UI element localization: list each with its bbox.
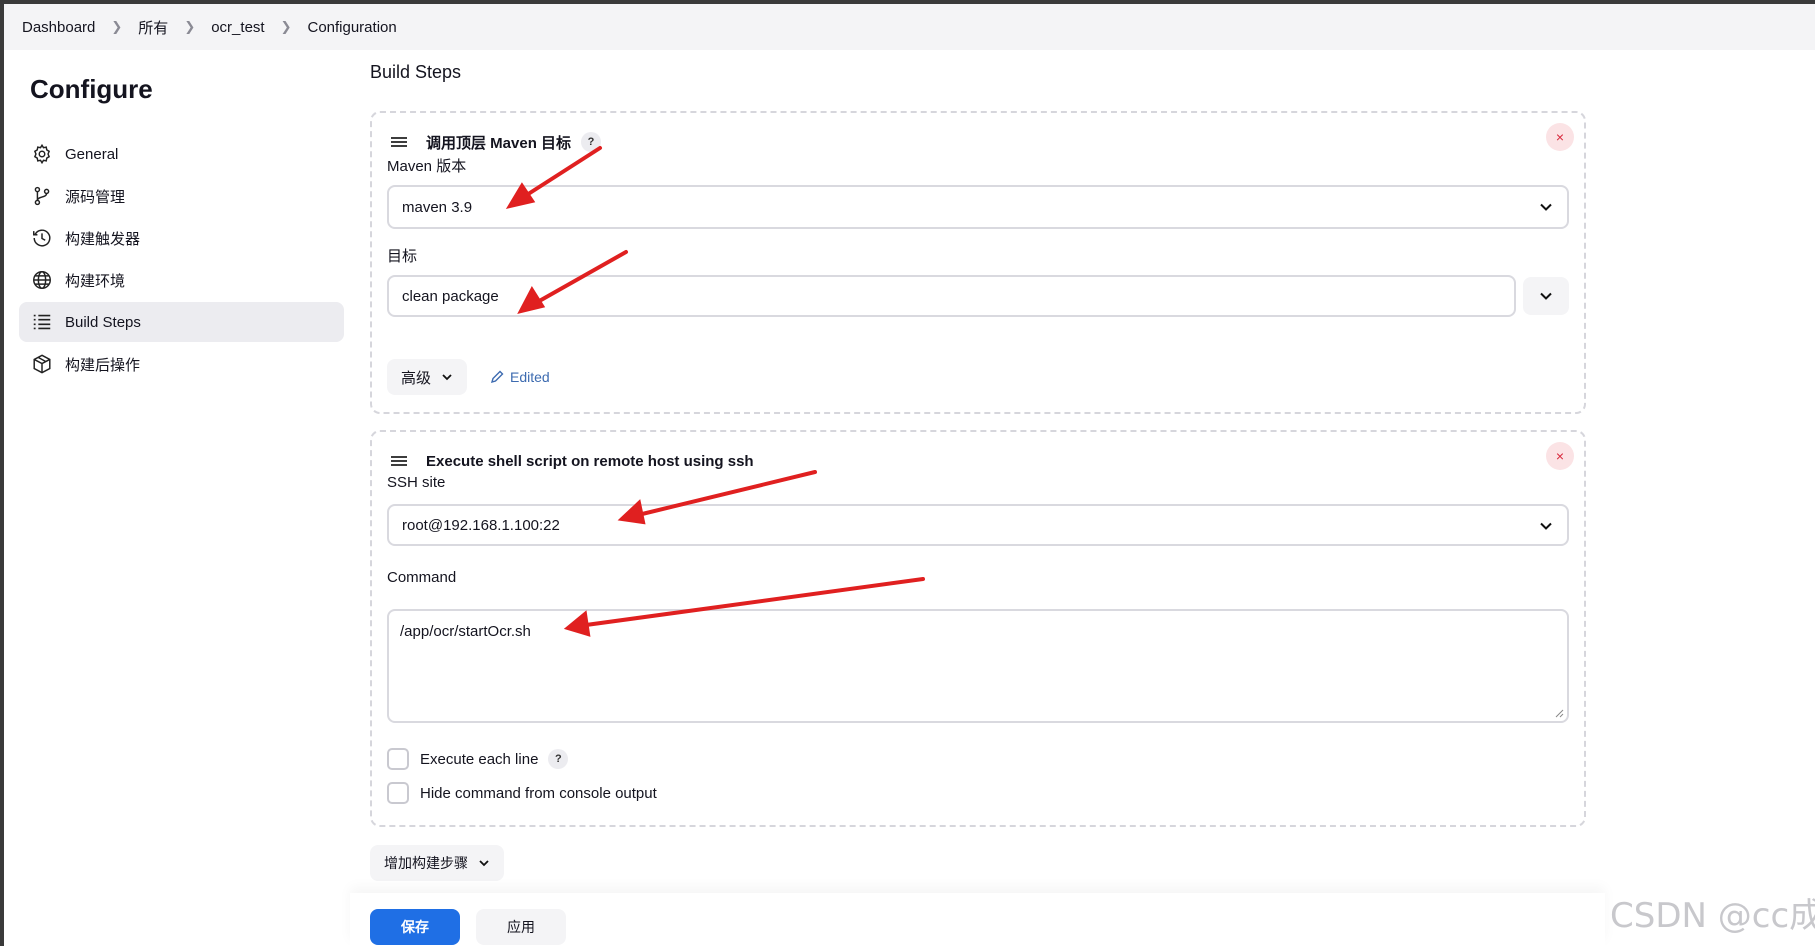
delete-step-button[interactable]: × [1546,442,1574,470]
command-textarea[interactable]: /app/ocr/startOcr.sh [387,609,1569,723]
checkbox-label: Hide command from console output [420,784,657,802]
edited-label: Edited [510,369,550,385]
drag-handle-icon[interactable] [390,454,408,468]
clock-icon [33,229,51,247]
sidebar-nav: General 源码管理 构建触发器 构建环境 Build Steps 构建后操… [19,134,344,386]
add-build-step-button[interactable]: 增加构建步骤 [370,845,504,881]
apply-button[interactable]: 应用 [476,909,566,945]
hide-command-checkbox[interactable] [387,782,409,804]
save-button[interactable]: 保存 [370,909,460,945]
section-title: Build Steps [370,62,462,82]
checkbox-label: Execute each line [420,750,539,768]
sidebar-item-label: 源码管理 [65,188,126,206]
breadcrumb-all[interactable]: 所有 [138,17,168,38]
maven-version-select[interactable]: maven 3.9 [387,185,1569,229]
help-icon[interactable]: ? [548,749,569,769]
ssh-site-select[interactable]: root@192.168.1.100:22 [387,504,1569,546]
sidebar-title: Configure [30,74,153,104]
command-label: Command [387,569,457,586]
add-step-label: 增加构建步骤 [384,855,468,871]
breadcrumb-configuration: Configuration [307,18,397,36]
select-value: maven 3.9 [402,198,473,216]
chevron-down-icon [1540,203,1552,211]
sidebar-item-label: General [65,145,119,163]
delete-step-button[interactable]: × [1546,123,1574,151]
help-icon[interactable]: ? [581,132,602,152]
chevron-down-icon [479,860,489,867]
chevron-right-icon: ❯ [280,19,292,34]
breadcrumb-dashboard[interactable]: Dashboard [22,19,95,36]
breadcrumb: Dashboard ❯ 所有 ❯ ocr_test ❯ Configuratio… [4,4,1815,50]
execute-each-line-row: Execute each line ? [387,748,569,770]
step-title: Execute shell script on remote host usin… [426,452,754,470]
gear-icon [33,143,51,165]
input-value: clean package [402,287,499,305]
chevron-down-icon [1540,292,1552,300]
chevron-right-icon: ❯ [111,19,123,34]
sidebar-item-label: Build Steps [65,313,141,331]
sidebar-item-general[interactable]: General [19,134,344,174]
sidebar-item-post-build[interactable]: 构建后操作 [19,344,344,384]
ssh-site-label: SSH site [387,474,446,491]
breadcrumb-job[interactable]: ocr_test [211,19,264,36]
drag-handle-icon[interactable] [390,135,408,149]
advanced-label: 高级 [401,369,432,387]
goals-label: 目标 [387,248,418,265]
chevron-right-icon: ❯ [184,19,196,34]
package-icon [33,354,51,374]
chevron-down-icon [442,374,452,381]
execute-each-line-checkbox[interactable] [387,748,409,770]
sidebar-item-label: 构建环境 [65,272,126,290]
chevron-down-icon [1540,522,1552,530]
sidebar-item-build-triggers[interactable]: 构建触发器 [19,218,344,258]
step-header: 调用顶层 Maven 目标 ? [390,129,602,155]
sidebar-item-build-environment[interactable]: 构建环境 [19,260,344,300]
step-title: 调用顶层 Maven 目标 [426,134,572,152]
branch-icon [34,186,50,206]
hide-command-row: Hide command from console output [387,782,657,804]
select-value: root@192.168.1.100:22 [402,516,560,534]
step-header: Execute shell script on remote host usin… [390,448,754,474]
goals-input[interactable]: clean package [387,275,1516,317]
pencil-icon [490,370,504,384]
window-left-edge [0,0,4,946]
resize-handle-icon[interactable] [1554,708,1564,718]
expand-goals-button[interactable] [1523,277,1569,315]
sidebar-item-label: 构建触发器 [65,230,141,248]
sidebar-item-label: 构建后操作 [65,356,141,374]
maven-build-step: 调用顶层 Maven 目标 ? × Maven 版本 maven 3.9 目标 … [370,111,1586,414]
ssh-build-step: Execute shell script on remote host usin… [370,430,1586,827]
textarea-value: /app/ocr/startOcr.sh [400,623,531,640]
list-icon [33,314,51,330]
sidebar-item-build-steps[interactable]: Build Steps [19,302,344,342]
advanced-button[interactable]: 高级 [387,359,468,395]
maven-version-label: Maven 版本 [387,158,467,175]
edited-indicator: Edited [490,369,550,385]
watermark: CSDN @cc成 [1610,896,1815,936]
sidebar-item-source-control[interactable]: 源码管理 [19,176,344,216]
globe-icon [33,271,51,289]
